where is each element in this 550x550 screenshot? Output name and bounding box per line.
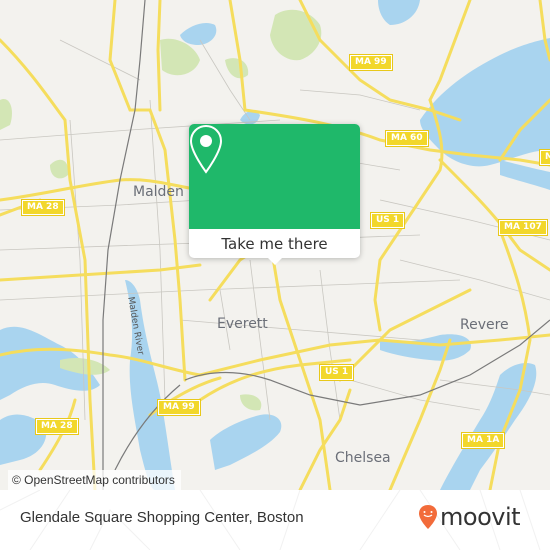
location-pin-icon <box>189 124 223 174</box>
popup-pointer <box>267 257 283 265</box>
route-shield-ma-99: MA 99 <box>157 399 201 416</box>
moovit-logo[interactable]: moovit <box>418 503 521 531</box>
place-label-revere: Revere <box>460 317 509 333</box>
route-shield-us-1: US 1 <box>318 364 355 381</box>
map[interactable]: Malden Everett Revere Chelsea Malden Riv… <box>0 0 550 490</box>
footer: Glendale Square Shopping Center, Boston … <box>0 490 550 550</box>
destination-popup[interactable]: Take me there <box>189 124 360 265</box>
route-shield-ma-1a: MA 1A <box>460 432 506 449</box>
place-label-everett: Everett <box>217 316 268 332</box>
route-shield-us-1: US 1 <box>369 212 406 229</box>
popup-header[interactable] <box>189 124 360 229</box>
moovit-wordmark: moovit <box>440 503 521 531</box>
route-shield-partial: M <box>539 149 550 166</box>
route-shield-ma-28: MA 28 <box>35 418 79 435</box>
take-me-there-button[interactable]: Take me there <box>189 229 360 258</box>
route-shield-ma-107: MA 107 <box>498 219 548 236</box>
place-label-malden: Malden <box>133 184 184 200</box>
location-title: Glendale Square Shopping Center, Boston <box>20 509 304 526</box>
route-shield-ma-28: MA 28 <box>21 199 65 216</box>
moovit-pin-icon <box>419 505 437 529</box>
place-label-chelsea: Chelsea <box>335 450 391 466</box>
map-attribution[interactable]: © OpenStreetMap contributors <box>8 470 181 490</box>
route-shield-ma-99: MA 99 <box>349 54 393 71</box>
route-shield-ma-60: MA 60 <box>385 130 429 147</box>
